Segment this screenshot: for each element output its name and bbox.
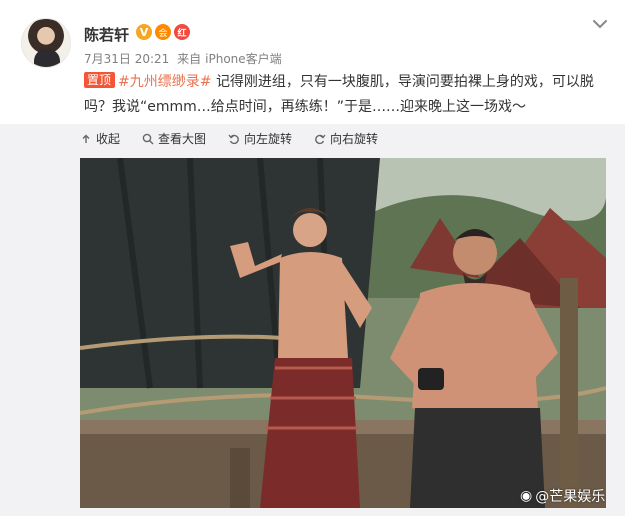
chevron-down-icon[interactable] bbox=[592, 18, 608, 30]
view-large-label: 查看大图 bbox=[158, 132, 207, 146]
rotate-right-button[interactable]: 向右旋转 bbox=[314, 130, 378, 147]
author-name[interactable]: 陈若轩 bbox=[84, 24, 129, 45]
rotate-left-button[interactable]: 向左旋转 bbox=[228, 130, 292, 147]
view-large-button[interactable]: 查看大图 bbox=[142, 130, 206, 147]
rotate-right-icon bbox=[315, 134, 326, 144]
rotate-left-label: 向左旋转 bbox=[244, 132, 293, 146]
hot-badge-icon[interactable]: 红 bbox=[174, 24, 190, 40]
member-badge-icon[interactable]: 会 bbox=[155, 24, 171, 40]
watermark-text: @芒果娱乐 bbox=[535, 489, 606, 505]
topic-link[interactable]: #九州缥缈录# bbox=[118, 74, 211, 90]
collapse-label: 收起 bbox=[96, 132, 121, 146]
pinned-label: 置顶 bbox=[84, 72, 116, 88]
watermark: ◉ @芒果娱乐 bbox=[520, 486, 605, 506]
verified-badge-icon[interactable]: V bbox=[136, 24, 152, 40]
collapse-button[interactable]: 收起 bbox=[80, 130, 120, 147]
rotate-left-icon bbox=[228, 134, 239, 144]
photo-illustration bbox=[80, 158, 606, 508]
post-source-prefix: 来自 bbox=[177, 52, 202, 66]
post-meta: 7月31日 20:21 来自 iPhone客户端 bbox=[84, 50, 286, 67]
avatar[interactable] bbox=[21, 18, 71, 68]
weibo-logo-icon: ◉ bbox=[520, 488, 533, 504]
post-timestamp[interactable]: 7月31日 20:21 bbox=[84, 52, 169, 66]
magnify-icon bbox=[142, 133, 154, 144]
weibo-post-card: 陈若轩 V 会 红 7月31日 20:21 来自 iPhone客户端 置顶 #九州缥… bbox=[0, 0, 625, 516]
author-badges: V 会 红 bbox=[136, 24, 190, 40]
post-source[interactable]: iPhone客户端 bbox=[205, 52, 282, 66]
post-photo[interactable] bbox=[80, 158, 606, 508]
media-toolbar: 收起 查看大图 向左旋转 向右旋转 bbox=[80, 130, 378, 147]
rotate-right-label: 向右旋转 bbox=[330, 132, 379, 146]
collapse-icon bbox=[82, 134, 90, 143]
post-text: 置顶 #九州缥缈录# 记得刚进组，只有一块腹肌，导演问要拍裸上身的戏，可以脱吗？我… bbox=[84, 70, 604, 120]
